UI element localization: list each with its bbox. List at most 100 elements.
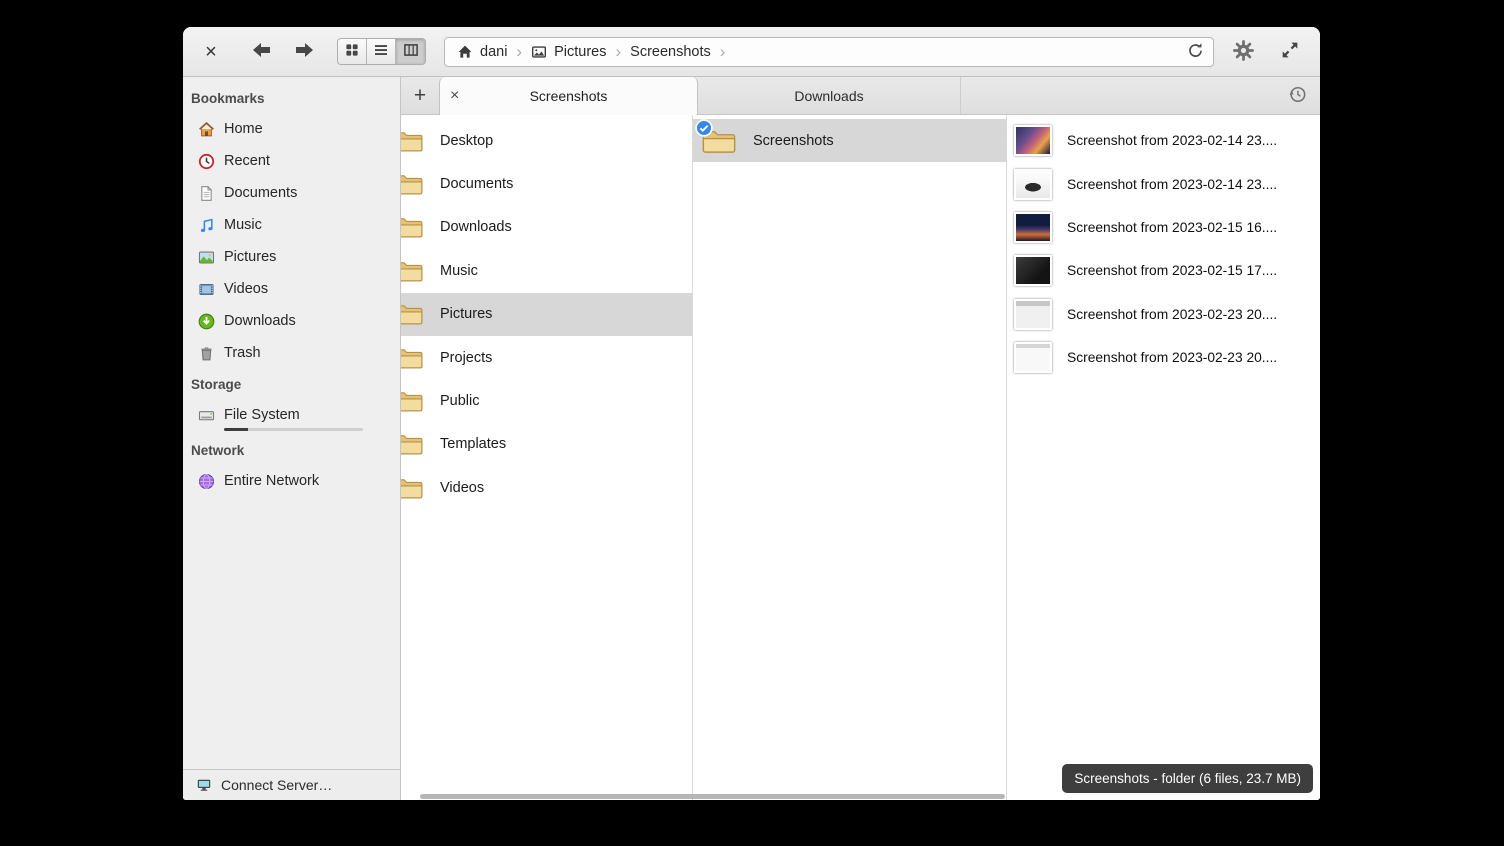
sidebar-item-videos[interactable]: Videos [183, 273, 400, 305]
new-tab-button[interactable]: + [401, 77, 439, 114]
folder-label: Public [440, 393, 480, 409]
folder-row-music[interactable]: Music [401, 249, 692, 292]
folder-row-desktop[interactable]: Desktop [401, 119, 692, 162]
tab-downloads[interactable]: Downloads [698, 77, 961, 114]
sidebar-item-trash[interactable]: Trash [183, 337, 400, 369]
folder-row-templates[interactable]: Templates [401, 423, 692, 466]
folder-icon [401, 215, 423, 239]
folder-label: Documents [440, 176, 513, 192]
folder-row-videos[interactable]: Videos [401, 466, 692, 509]
sidebar-item-label: Home [224, 121, 263, 137]
breadcrumb-screenshots[interactable]: Screenshots [622, 38, 719, 66]
folder-label: Screenshots [753, 133, 834, 149]
connect-server-icon [196, 777, 213, 794]
folder-icon [401, 389, 423, 413]
disk-usage-bar [224, 428, 363, 431]
file-thumbnail [1014, 255, 1052, 286]
filesystem-icon [198, 407, 215, 424]
settings-menu-button[interactable] [1226, 35, 1260, 69]
folder-icon [401, 129, 423, 153]
column-view-button[interactable] [396, 39, 425, 64]
disk-usage-fill [224, 428, 248, 431]
file-label: Screenshot from 2023-02-15 17.... [1067, 263, 1277, 278]
list-view-icon [373, 42, 389, 61]
sidebar-item-entire-network[interactable]: Entire Network [183, 465, 400, 497]
downloads-icon [198, 313, 215, 330]
pictures-icon [198, 249, 215, 266]
file-row[interactable]: Screenshot from 2023-02-15 16.... [1007, 206, 1320, 249]
window-close-button[interactable]: × [197, 37, 225, 67]
file-thumbnail [1014, 212, 1052, 243]
tab-screenshots[interactable]: × Screenshots [439, 77, 698, 115]
file-row[interactable]: Screenshot from 2023-02-23 20.... [1007, 336, 1320, 379]
path-bar[interactable]: dani›Pictures›Screenshots› [444, 37, 1214, 67]
sidebar-item-label: Music [224, 217, 262, 233]
back-button[interactable] [247, 37, 277, 67]
folder-label: Downloads [440, 219, 512, 235]
file-thumbnail [1014, 125, 1052, 156]
tab-bar-spacer [961, 77, 1274, 114]
forward-button[interactable] [289, 37, 319, 67]
folder-label: Videos [440, 480, 484, 496]
recent-icon [198, 153, 215, 170]
folder-row-documents[interactable]: Documents [401, 162, 692, 205]
folder-row-downloads[interactable]: Downloads [401, 206, 692, 249]
file-row[interactable]: Screenshot from 2023-02-23 20.... [1007, 293, 1320, 336]
folder-label: Music [440, 263, 478, 279]
breadcrumb-pictures[interactable]: Pictures [523, 38, 614, 66]
folder-icon [401, 172, 423, 196]
column-home-folders: Desktop Documents Downloads Music Pictures Pr… [401, 115, 693, 800]
file-label: Screenshot from 2023-02-14 23.... [1067, 177, 1277, 192]
connect-server-button[interactable]: Connect Server… [183, 769, 400, 800]
sidebar-item-label: Downloads [224, 313, 296, 329]
sidebar-item-recent[interactable]: Recent [183, 145, 400, 177]
folder-label: Pictures [440, 306, 492, 322]
folder-icon [401, 259, 423, 283]
sidebar-item-label: Recent [224, 153, 270, 169]
folder-row-screenshots[interactable]: Screenshots [693, 119, 1006, 162]
toolbar: × dani›Pictures›Screenshots› [183, 27, 1320, 77]
file-row[interactable]: Screenshot from 2023-02-14 23.... [1007, 162, 1320, 205]
file-row[interactable]: Screenshot from 2023-02-15 17.... [1007, 249, 1320, 292]
back-arrow-icon [250, 38, 274, 65]
sidebar-item-documents[interactable]: Documents [183, 177, 400, 209]
file-label: Screenshot from 2023-02-15 16.... [1067, 220, 1277, 235]
folder-row-pictures[interactable]: Pictures [401, 293, 692, 336]
forward-arrow-icon [292, 38, 316, 65]
tab-bar: + × Screenshots Downloads [401, 77, 1320, 115]
folder-icon [401, 302, 423, 326]
sidebar-item-music[interactable]: Music [183, 209, 400, 241]
sidebar-item-label: Trash [224, 345, 261, 361]
folder-row-projects[interactable]: Projects [401, 336, 692, 379]
home-icon [198, 121, 215, 138]
sidebar-item-file-system[interactable]: File System [183, 399, 400, 431]
refresh-button[interactable] [1181, 38, 1209, 66]
fullscreen-button[interactable] [1274, 36, 1306, 68]
sidebar-section-bookmarks: Bookmarks [183, 83, 400, 113]
sidebar-item-label: Videos [224, 281, 268, 297]
folder-row-public[interactable]: Public [401, 379, 692, 422]
grid-view-button[interactable] [338, 39, 367, 64]
breadcrumb-dani[interactable]: dani [449, 38, 515, 66]
sidebar-item-label: Documents [224, 185, 297, 201]
file-label: Screenshot from 2023-02-23 20.... [1067, 350, 1277, 365]
miller-columns: Desktop Documents Downloads Music Pictures Pr… [401, 115, 1320, 800]
column-pictures: Screenshots [693, 115, 1007, 800]
horizontal-scrollbar[interactable] [420, 794, 1005, 799]
music-icon [198, 217, 215, 234]
crumb-home-icon [457, 44, 473, 60]
tab-close-button[interactable]: × [450, 77, 459, 115]
breadcrumb-label: Screenshots [630, 44, 711, 60]
folder-label: Templates [440, 436, 506, 452]
list-view-button[interactable] [367, 39, 396, 64]
folder-icon [401, 346, 423, 370]
tab-history-button[interactable] [1274, 77, 1320, 114]
breadcrumb-label: dani [480, 44, 507, 60]
breadcrumb-separator-icon: › [614, 42, 622, 62]
file-row[interactable]: Screenshot from 2023-02-14 23.... [1007, 119, 1320, 162]
connect-server-label: Connect Server… [221, 777, 332, 793]
sidebar-item-downloads[interactable]: Downloads [183, 305, 400, 337]
sidebar-item-home[interactable]: Home [183, 113, 400, 145]
sidebar-item-pictures[interactable]: Pictures [183, 241, 400, 273]
tab-screenshots-label: Screenshots [530, 88, 608, 104]
